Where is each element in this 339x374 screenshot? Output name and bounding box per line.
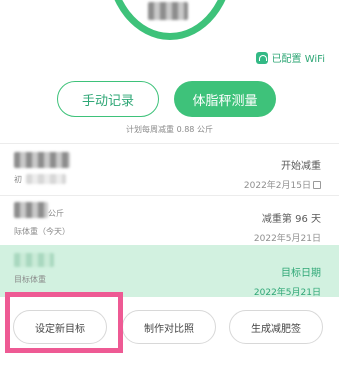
divider — [0, 143, 339, 144]
divider — [0, 195, 339, 196]
wifi-label: 已配置 WiFi — [271, 54, 325, 65]
manual-record-button[interactable]: 手动记录 — [57, 81, 159, 117]
wifi-icon — [255, 51, 268, 64]
blurred-start-sub — [26, 174, 66, 184]
wifi-status[interactable]: 已配置 WiFi — [255, 50, 325, 65]
start-date-row[interactable]: 2022年2月15日 — [244, 178, 321, 191]
blurred-start-weight — [14, 152, 70, 168]
current-unit: 公斤 — [48, 209, 64, 218]
start-left-label: 初 — [14, 175, 22, 184]
target-row: 目标体重 目标日期 2022年5月21日 — [0, 245, 339, 298]
start-info: 开始减重 2022年2月15日 — [244, 157, 321, 191]
blurred-target-weight — [14, 253, 54, 267]
weight-tag-button[interactable]: 生成减肥签 — [229, 310, 323, 344]
target-left-label: 目标体重 — [14, 275, 46, 284]
target-label: 目标日期 — [281, 268, 321, 279]
edit-icon — [313, 180, 321, 189]
start-date: 2022年2月15日 — [243, 181, 311, 191]
scale-measure-button[interactable]: 体脂秤测量 — [174, 81, 276, 117]
progress-info: 减重第 96 天 2022年5月21日 — [254, 210, 321, 244]
blurred-weight — [148, 2, 188, 20]
highlight-box — [5, 292, 123, 353]
target-date: 2022年5月21日 — [253, 288, 321, 298]
target-info: 目标日期 2022年5月21日 — [254, 264, 321, 298]
compare-photo-button[interactable]: 制作对比照 — [122, 310, 216, 344]
start-label: 开始减重 — [281, 161, 321, 172]
progress-label: 减重第 96 天 — [261, 214, 321, 225]
blurred-current-weight — [14, 202, 48, 218]
weekly-plan-text: 计划每周减重 0.88 公斤 — [126, 125, 213, 134]
current-weight-label: 际体重（今天） — [14, 227, 70, 236]
progress-date: 2022年5月21日 — [253, 234, 321, 244]
